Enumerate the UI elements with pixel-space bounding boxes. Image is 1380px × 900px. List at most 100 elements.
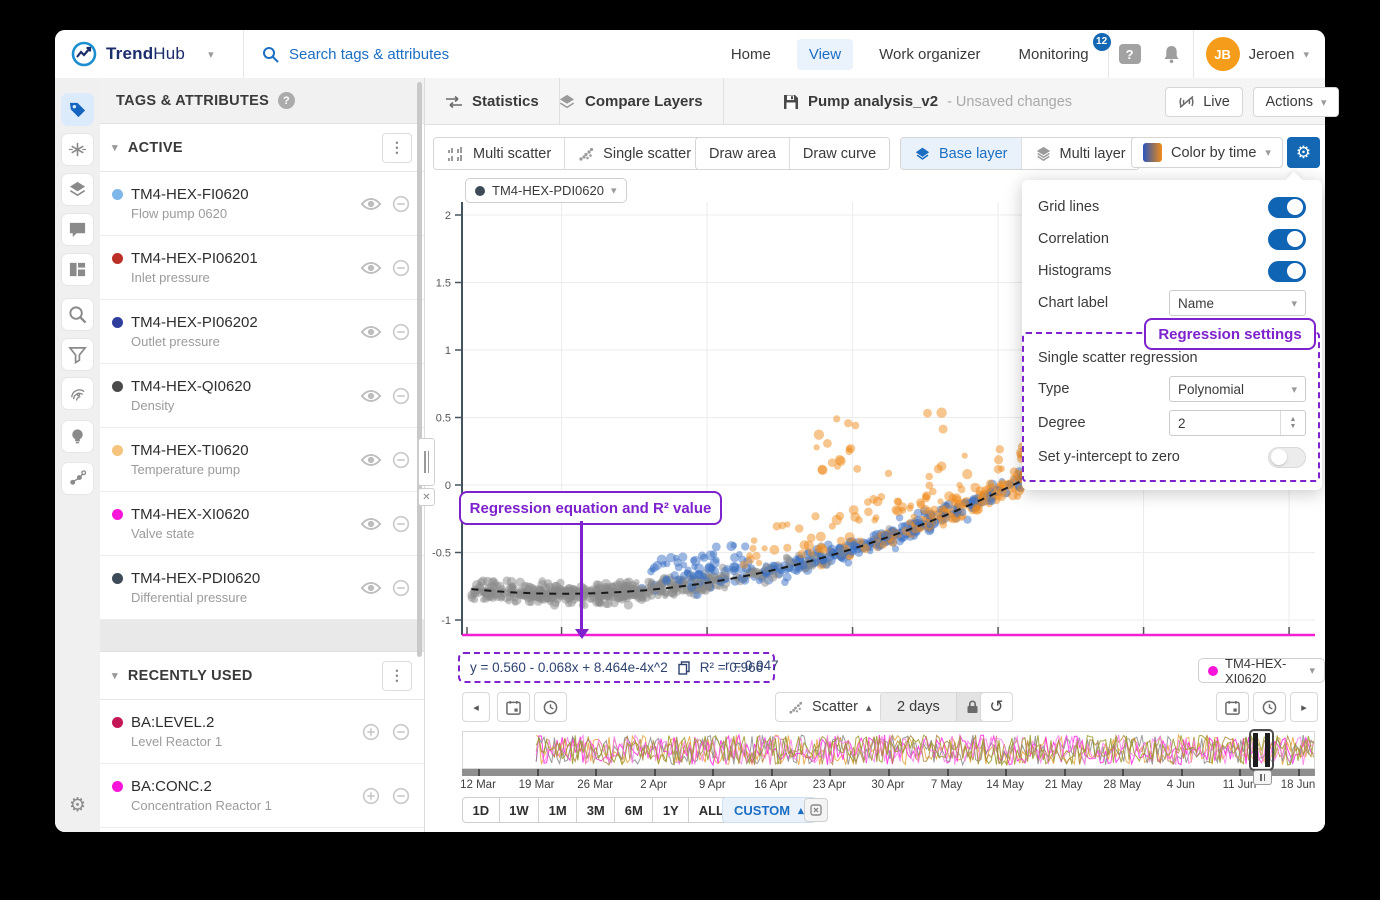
- global-search[interactable]: Search tags & attributes: [244, 46, 449, 63]
- clock-right-button[interactable]: [1253, 692, 1286, 722]
- save-icon[interactable]: [783, 94, 799, 110]
- rail-layers-button[interactable]: [61, 173, 94, 206]
- copy-icon[interactable]: [678, 661, 690, 675]
- rail-fingerprint-button[interactable]: [61, 377, 94, 410]
- range-button-1w[interactable]: 1W: [499, 797, 540, 823]
- histograms-toggle[interactable]: [1268, 261, 1306, 282]
- live-button[interactable]: Live: [1165, 87, 1243, 117]
- y-axis-tag-dropdown[interactable]: TM4-HEX-PDI0620 ▾: [465, 178, 627, 203]
- eye-icon[interactable]: [360, 451, 382, 469]
- range-button-6m[interactable]: 6M: [614, 797, 653, 823]
- tag-row[interactable]: TM4-HEX-TI0620Temperature pump: [100, 428, 424, 492]
- range-button-1d[interactable]: 1D: [462, 797, 500, 823]
- chart-mode-dropdown[interactable]: Scatter ▴: [775, 692, 884, 722]
- remove-icon[interactable]: [390, 787, 412, 805]
- tag-row[interactable]: TM4-HEX-PI06202Outlet pressure: [100, 300, 424, 364]
- history-button[interactable]: ↺: [980, 692, 1013, 722]
- remove-icon[interactable]: [390, 259, 412, 277]
- degree-stepper[interactable]: 2 ▲▼: [1169, 410, 1306, 436]
- chart-label-select[interactable]: Name▾: [1169, 290, 1306, 316]
- notifications-button[interactable]: [1151, 30, 1193, 78]
- clear-range-button[interactable]: [804, 798, 828, 822]
- remove-icon[interactable]: [390, 579, 412, 597]
- y-intercept-zero-toggle[interactable]: [1268, 447, 1306, 468]
- rail-dashboard-button[interactable]: [61, 253, 94, 286]
- add-icon[interactable]: [360, 723, 382, 741]
- regression-type-select[interactable]: Polynomial▾: [1169, 376, 1306, 402]
- eye-icon[interactable]: [360, 323, 382, 341]
- panel-resize-handle[interactable]: [418, 438, 435, 486]
- remove-icon[interactable]: [390, 451, 412, 469]
- nav-view[interactable]: View: [797, 39, 853, 70]
- timeline-brush[interactable]: [1249, 729, 1274, 771]
- actions-button[interactable]: Actions▾: [1253, 87, 1339, 117]
- section-header-active[interactable]: ▾ACTIVE⋮: [100, 124, 424, 172]
- rail-context-button[interactable]: [61, 462, 94, 495]
- panel-scrollbar[interactable]: [417, 82, 422, 657]
- help-button[interactable]: ?: [1109, 30, 1151, 78]
- tag-row[interactable]: TM4-HEX-FI0620Flow pump 0620: [100, 172, 424, 236]
- rail-calculations-button[interactable]: [61, 133, 94, 166]
- section-menu-button[interactable]: ⋮: [382, 133, 412, 163]
- remove-icon[interactable]: [390, 195, 412, 213]
- range-button-1m[interactable]: 1M: [538, 797, 577, 823]
- multi-scatter-button[interactable]: Multi scatter: [434, 138, 565, 169]
- timeline-forward-button[interactable]: ▸: [1290, 692, 1318, 722]
- logo-chevron-down-icon[interactable]: ▾: [208, 48, 214, 61]
- rail-tags-button[interactable]: [61, 93, 94, 126]
- context-timeline[interactable]: [462, 731, 1315, 769]
- nav-monitoring[interactable]: Monitoring 12: [1007, 39, 1101, 70]
- base-layer-button[interactable]: Base layer: [901, 138, 1022, 169]
- draw-area-button[interactable]: Draw area: [696, 138, 790, 169]
- tag-row[interactable]: BA:LEVEL.2Level Reactor 1: [100, 700, 424, 764]
- section-header-recently-used[interactable]: ▾RECENTLY USED⋮: [100, 652, 424, 700]
- app-logo[interactable]: TrendHub ▾: [55, 41, 243, 67]
- draw-curve-button[interactable]: Draw curve: [790, 138, 889, 169]
- remove-icon[interactable]: [390, 323, 412, 341]
- user-menu[interactable]: JB Jeroen ▾: [1194, 37, 1325, 71]
- duration-value[interactable]: 2 days: [881, 693, 956, 721]
- remove-icon[interactable]: [390, 387, 412, 405]
- x-axis-tag-dropdown[interactable]: TM4-HEX-XI0620 ▾: [1198, 658, 1325, 683]
- eye-icon[interactable]: [360, 515, 382, 533]
- eye-icon[interactable]: [360, 195, 382, 213]
- tab-compare-layers[interactable]: Compare Layers: [538, 78, 724, 125]
- tag-color-dot: [112, 509, 123, 520]
- section-menu-button[interactable]: ⋮: [382, 661, 412, 691]
- add-icon[interactable]: [360, 787, 382, 805]
- rail-settings-button[interactable]: ⚙: [61, 788, 94, 821]
- rail-ideas-button[interactable]: [61, 420, 94, 453]
- timeline-brush-handle[interactable]: [1253, 770, 1272, 785]
- panel-collapse-button[interactable]: ✕: [418, 488, 435, 506]
- tag-row[interactable]: TM4-HEX-PI06201Inlet pressure: [100, 236, 424, 300]
- stepper-arrows-icon[interactable]: ▲▼: [1280, 411, 1305, 435]
- rail-comments-button[interactable]: [61, 213, 94, 246]
- clock-left-button[interactable]: [534, 692, 567, 722]
- custom-range-button[interactable]: CUSTOM▴: [722, 797, 816, 823]
- timeline-back-button[interactable]: ◂: [462, 692, 490, 722]
- calendar-right-button[interactable]: [1216, 692, 1249, 722]
- tag-row[interactable]: TM4-HEX-QI0620Density: [100, 364, 424, 428]
- nav-home[interactable]: Home: [719, 39, 783, 70]
- chart-settings-button[interactable]: ⚙: [1287, 137, 1320, 168]
- multi-layer-button[interactable]: Multi layer: [1022, 138, 1139, 169]
- tag-row[interactable]: TM4-HEX-PDI0620Differential pressure: [100, 556, 424, 620]
- grid-lines-toggle[interactable]: [1268, 197, 1306, 218]
- eye-icon[interactable]: [360, 387, 382, 405]
- eye-icon[interactable]: [360, 259, 382, 277]
- range-button-3m[interactable]: 3M: [576, 797, 615, 823]
- tag-row[interactable]: BA:CONC.2Concentration Reactor 1: [100, 764, 424, 828]
- tag-row[interactable]: TM4-HEX-XI0620Valve state: [100, 492, 424, 556]
- remove-icon[interactable]: [390, 515, 412, 533]
- panel-help-icon[interactable]: ?: [278, 92, 295, 109]
- correlation-toggle[interactable]: [1268, 229, 1306, 250]
- rail-filter-button[interactable]: [61, 338, 94, 371]
- rail-search-button[interactable]: [61, 298, 94, 331]
- color-by-time-dropdown[interactable]: Color by time ▾: [1131, 137, 1283, 168]
- remove-icon[interactable]: [390, 723, 412, 741]
- single-scatter-button[interactable]: Single scatter: [565, 138, 704, 169]
- calendar-left-button[interactable]: [497, 692, 530, 722]
- eye-icon[interactable]: [360, 579, 382, 597]
- nav-work-organizer[interactable]: Work organizer: [867, 39, 992, 70]
- range-button-1y[interactable]: 1Y: [652, 797, 689, 823]
